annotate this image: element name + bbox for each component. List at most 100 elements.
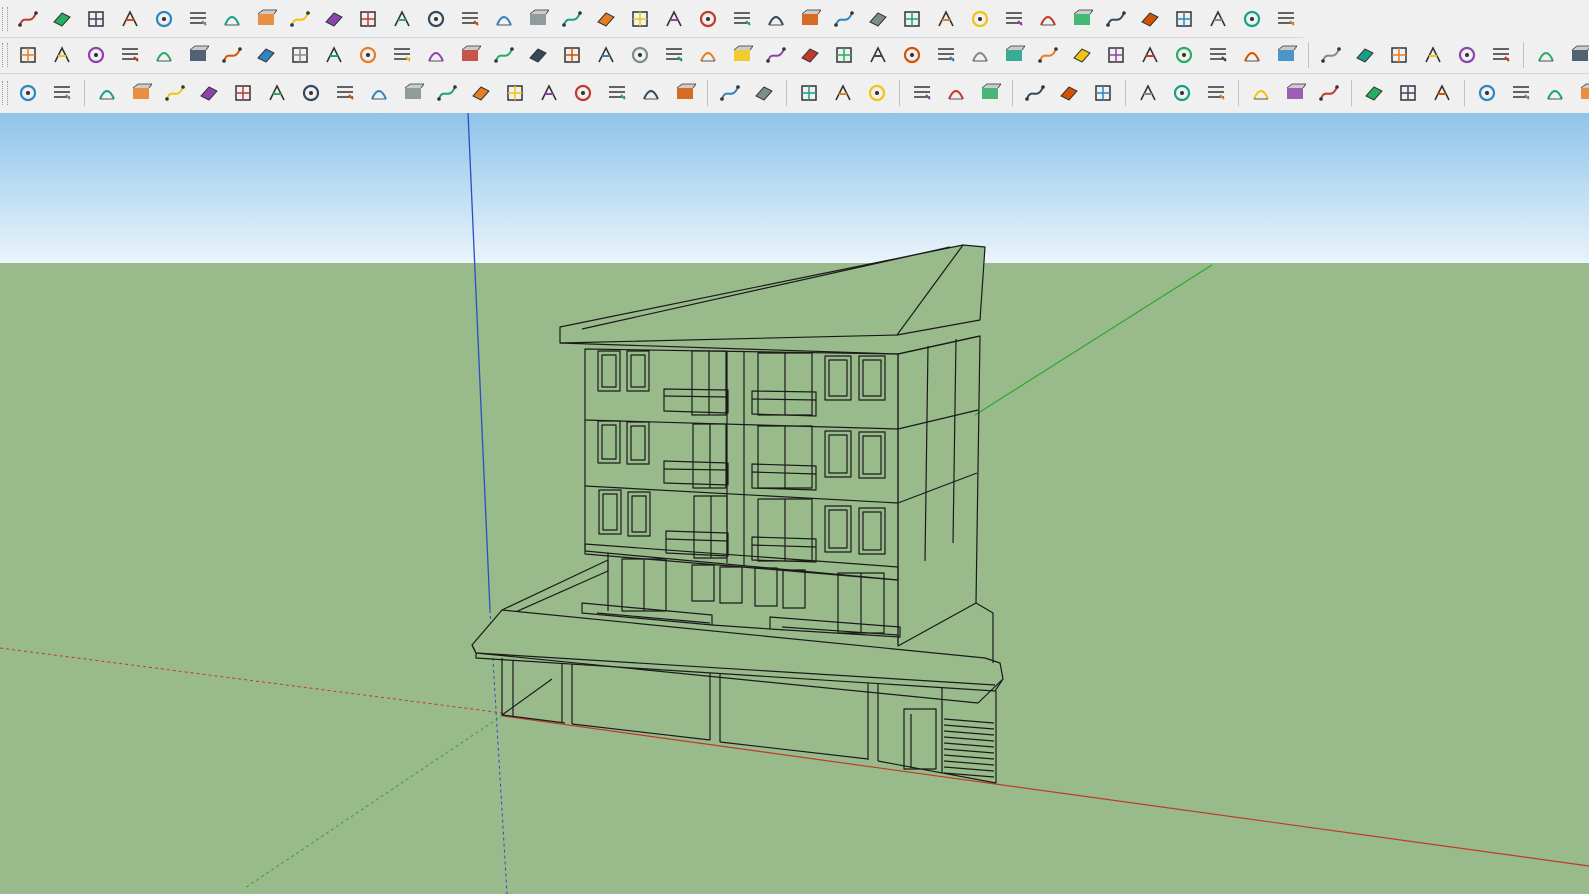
- reverse-arc-button[interactable]: [434, 80, 460, 106]
- fence-button[interactable]: [559, 6, 585, 32]
- wedge-button[interactable]: [491, 6, 517, 32]
- orange-grid-button[interactable]: [1103, 42, 1129, 68]
- scale-button[interactable]: [1567, 42, 1589, 68]
- curve-panel-button[interactable]: [967, 6, 993, 32]
- smooth-curve-button[interactable]: [49, 6, 75, 32]
- soften-sphere-button[interactable]: [253, 6, 279, 32]
- arc-corner-button[interactable]: [389, 42, 415, 68]
- blue-cross-button[interactable]: [525, 42, 551, 68]
- blue-pieces-button[interactable]: [899, 42, 925, 68]
- layered-button[interactable]: [1069, 6, 1095, 32]
- lines-add-button[interactable]: [943, 80, 969, 106]
- angle-line-button[interactable]: [536, 80, 562, 106]
- roof-button[interactable]: [1420, 42, 1446, 68]
- n-curve-button[interactable]: [400, 80, 426, 106]
- red-undo-button[interactable]: [831, 42, 857, 68]
- cyan-shape-button[interactable]: [593, 42, 619, 68]
- cross-grid-button[interactable]: [1169, 80, 1195, 106]
- grid-points-button[interactable]: [1273, 42, 1299, 68]
- blue-box-button[interactable]: [1488, 42, 1514, 68]
- hook-button[interactable]: [729, 42, 755, 68]
- sheet-button[interactable]: [627, 6, 653, 32]
- roof-dome-button[interactable]: [1429, 80, 1455, 106]
- box-corner-button[interactable]: [321, 42, 347, 68]
- sweep-button[interactable]: [423, 6, 449, 32]
- pink-pieces-button[interactable]: [967, 42, 993, 68]
- red-cross-button[interactable]: [457, 42, 483, 68]
- ellipse-button[interactable]: [638, 80, 664, 106]
- explode-points-button[interactable]: [1205, 42, 1231, 68]
- branch-lines-button[interactable]: [797, 6, 823, 32]
- window-fold-button[interactable]: [1316, 80, 1342, 106]
- lines-3-button[interactable]: [909, 80, 935, 106]
- twisted-shell-button[interactable]: [1137, 6, 1163, 32]
- ribbons-button[interactable]: [1205, 6, 1231, 32]
- toolbar-grip[interactable]: [2, 6, 8, 31]
- diagonal-lines-button[interactable]: [729, 6, 755, 32]
- wave-n-button[interactable]: [196, 80, 222, 106]
- swing-button[interactable]: [230, 80, 256, 106]
- red-pieces-button[interactable]: [933, 42, 959, 68]
- pencil-button[interactable]: [1318, 42, 1344, 68]
- move-arrow-button[interactable]: [1576, 80, 1589, 106]
- brick-grid-button[interactable]: [1361, 80, 1387, 106]
- rotate-path-button[interactable]: [185, 6, 211, 32]
- scale-down-button[interactable]: [864, 80, 890, 106]
- wave-button[interactable]: [1239, 6, 1265, 32]
- hump-arc-button[interactable]: [468, 80, 494, 106]
- hollow-rect-button[interactable]: [253, 42, 279, 68]
- shell-button[interactable]: [219, 6, 245, 32]
- layer-stack-button[interactable]: [717, 80, 743, 106]
- square-button[interactable]: [298, 80, 324, 106]
- toolbar-grip[interactable]: [2, 81, 8, 105]
- frame-button[interactable]: [1069, 42, 1095, 68]
- green-stack-button[interactable]: [865, 42, 891, 68]
- wedge-tool-button[interactable]: [672, 80, 698, 106]
- copy-box-button[interactable]: [1508, 80, 1534, 106]
- red-dot-button[interactable]: [1001, 42, 1027, 68]
- yellow-grid-button[interactable]: [1137, 42, 1163, 68]
- window-grid-button[interactable]: [1248, 80, 1274, 106]
- spiral-button[interactable]: [695, 42, 721, 68]
- toolbar-grip[interactable]: [2, 43, 8, 67]
- wave-bundle-button[interactable]: [162, 80, 188, 106]
- twist-button[interactable]: [151, 6, 177, 32]
- wrench-button[interactable]: [604, 80, 630, 106]
- orange-ring-button[interactable]: [185, 42, 211, 68]
- blue-plane-button[interactable]: [15, 42, 41, 68]
- link-button[interactable]: [355, 42, 381, 68]
- scene-canvas[interactable]: [0, 113, 1589, 894]
- circle-points-button[interactable]: [1239, 42, 1265, 68]
- building-button[interactable]: [457, 6, 483, 32]
- extrude-path-button[interactable]: [287, 6, 313, 32]
- vertical-lines-button[interactable]: [1103, 6, 1129, 32]
- bezier-curve-button[interactable]: [15, 6, 41, 32]
- select-cursor-button[interactable]: [796, 80, 822, 106]
- target-button[interactable]: [332, 80, 358, 106]
- box-button[interactable]: [797, 42, 823, 68]
- columns-button[interactable]: [525, 6, 551, 32]
- green-arc-button[interactable]: [264, 80, 290, 106]
- open-arc-button[interactable]: [366, 80, 392, 106]
- warning-triangle-button[interactable]: [627, 42, 653, 68]
- fan-shell-button[interactable]: [1171, 6, 1197, 32]
- gable-roof-button[interactable]: [1273, 6, 1299, 32]
- hatch-button[interactable]: [899, 6, 925, 32]
- paste-box-button[interactable]: [1542, 80, 1568, 106]
- dash-plus-button[interactable]: [1056, 80, 1082, 106]
- orange-grid2-button[interactable]: [1171, 42, 1197, 68]
- wireframe-cube-button[interactable]: [49, 80, 75, 106]
- red-square-button[interactable]: [219, 42, 245, 68]
- paper-button[interactable]: [151, 42, 177, 68]
- panel-button[interactable]: [933, 6, 959, 32]
- cross-box-button[interactable]: [1135, 80, 1161, 106]
- dome-button[interactable]: [865, 6, 891, 32]
- intersect-button[interactable]: [389, 6, 415, 32]
- dimension-button[interactable]: [1352, 42, 1378, 68]
- scale-up-button[interactable]: [830, 80, 856, 106]
- dense-hatch-button[interactable]: [1035, 6, 1061, 32]
- trim-curve-button[interactable]: [83, 6, 109, 32]
- glove-button[interactable]: [593, 6, 619, 32]
- zigzag-button[interactable]: [128, 80, 154, 106]
- house-button[interactable]: [1454, 42, 1480, 68]
